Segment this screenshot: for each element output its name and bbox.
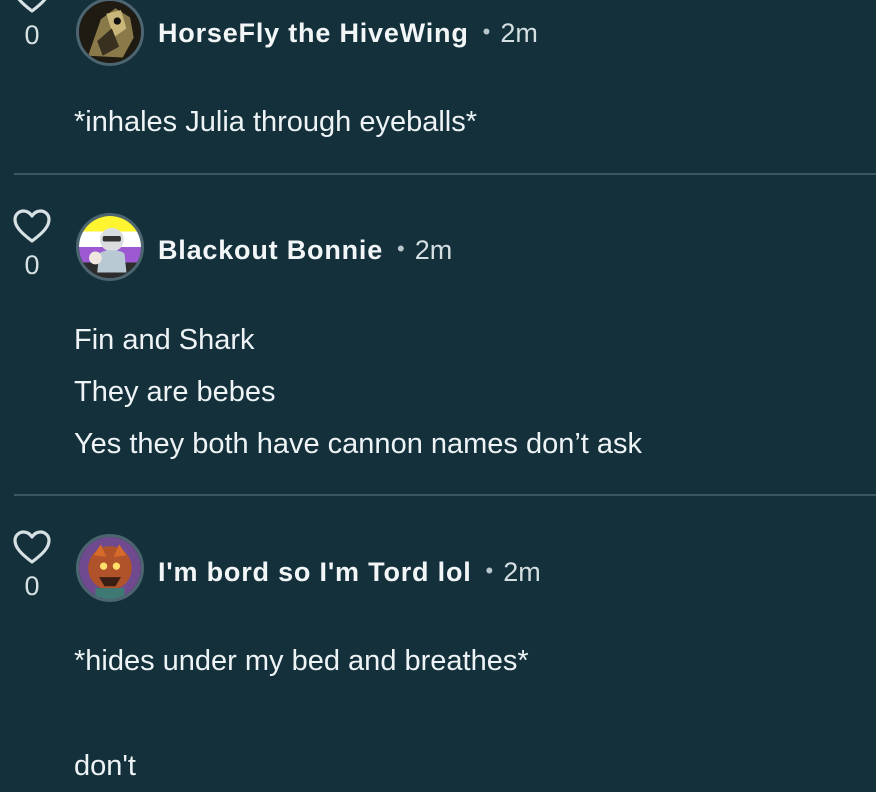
avatar[interactable] [76,534,144,602]
timestamp: 2m [503,557,541,587]
avatar[interactable] [76,0,144,66]
heart-outline-icon[interactable] [12,208,52,244]
like-column: 0 [10,529,54,600]
comment-text: Yes they both have cannon names don’t as… [74,428,643,460]
comment-header: HorseFly the HiveWing • 2m [158,15,538,50]
comment-item: 0 HorseFly the HiveWing • 2m *inhales Juli… [0,0,876,174]
avatar[interactable] [76,213,144,281]
separator-dot: • [482,19,491,44]
timestamp: 2m [414,235,453,265]
comment-text: *hides under my bed and breathes* [74,645,529,677]
like-count: 0 [24,250,40,280]
separator-dot: • [397,236,405,261]
author-name[interactable]: Blackout Bonnie [158,235,383,265]
comment-text: Fin and Shark [74,324,255,356]
like-column: 0 [10,208,54,279]
comment-text: They are bebes [74,376,276,408]
heart-outline-icon[interactable] [12,529,52,565]
comment-text: don't [74,750,136,782]
comment-item: 0 Blackout Bonnie • 2m Fin and Shark They … [0,175,876,495]
comment-header: Blackout Bonnie • 2m [158,232,452,267]
comment-feed: 0 HorseFly the HiveWing • 2m *inhales Juli… [0,0,876,792]
like-count: 0 [24,20,40,50]
like-count: 0 [24,571,40,601]
comment-item: 0 I'm bord so I'm Tord lol • 2m *hides und… [0,496,876,792]
comment-header: I'm bord so I'm Tord lol • 2m [158,554,541,589]
separator-dot: • [485,558,494,583]
comment-text: *inhales Julia through eyeballs* [74,106,478,138]
like-column: 0 [10,0,54,49]
heart-outline-icon[interactable] [12,0,52,14]
author-name[interactable]: I'm bord so I'm Tord lol [158,557,472,587]
author-name[interactable]: HorseFly the HiveWing [158,18,469,48]
timestamp: 2m [500,18,538,48]
